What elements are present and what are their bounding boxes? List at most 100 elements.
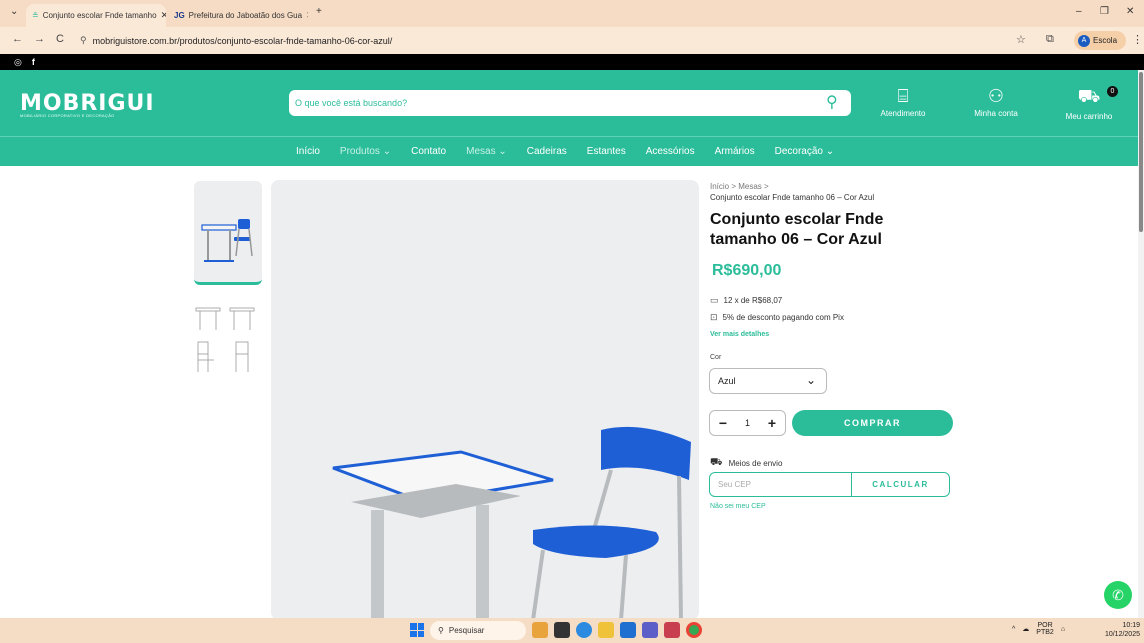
nav-item-estantes[interactable]: Estantes	[587, 146, 626, 157]
chat-icon: ⌸	[897, 86, 909, 106]
nav-item-inicio[interactable]: Início	[296, 146, 320, 157]
installments-line: ▭ 12 x de R$68,07	[710, 295, 782, 306]
buy-button[interactable]: COMPRAR	[792, 410, 953, 436]
account-link[interactable]: ⚇ Minha conta	[961, 86, 1031, 118]
taskbar-clock[interactable]: 10:19 10/12/2025	[1098, 621, 1140, 639]
close-tab-icon[interactable]: ✕	[306, 10, 308, 21]
facebook-icon[interactable]: f	[32, 57, 35, 67]
taskbar-search-label: Pesquisar	[448, 626, 485, 635]
volume-icon[interactable]: ⌂	[1061, 626, 1065, 633]
browser-menu-icon[interactable]: ⋮	[1132, 33, 1143, 46]
quantity-value[interactable]: 1	[745, 418, 750, 428]
profile-button[interactable]: A Escola	[1074, 31, 1126, 50]
edge-icon[interactable]	[576, 622, 592, 638]
new-tab-button[interactable]: +	[316, 6, 322, 17]
product-thumbnail-photo[interactable]	[194, 181, 262, 285]
decrease-qty-button[interactable]: −	[719, 415, 727, 431]
cart-label: Meu carrinho	[1065, 112, 1113, 121]
avatar: A	[1078, 34, 1090, 47]
reload-icon[interactable]: C	[56, 33, 64, 45]
more-details-link[interactable]: Ver mais detalhes	[710, 331, 769, 338]
product-thumbnail-drawing[interactable]	[194, 300, 258, 380]
atendimento-label: Atendimento	[880, 109, 926, 118]
clock-date: 10/12/2025	[1104, 631, 1140, 638]
chrome-icon[interactable]	[686, 622, 702, 638]
nav-item-produtos[interactable]: Produtos ⌄	[340, 146, 391, 157]
tab-favicon-icon: JG	[174, 11, 185, 20]
unknown-cep-link[interactable]: Não sei meu CEP	[710, 503, 766, 510]
shipping-label: ⛟ Meios de envio	[710, 457, 782, 470]
network-icon[interactable]: ☁	[1022, 625, 1029, 633]
cart-count-badge: 0	[1107, 86, 1118, 97]
widgets-icon[interactable]	[532, 622, 548, 638]
windows-taskbar	[0, 618, 1144, 643]
main-nav: Início Produtos ⌄ Contato Mesas ⌄ Cadeir…	[0, 136, 1138, 166]
nav-item-cadeiras[interactable]: Cadeiras	[527, 146, 567, 157]
tab-active[interactable]: ≗ Conjunto escolar Fnde tamanho ✕	[26, 4, 166, 27]
back-icon[interactable]: ←	[12, 33, 23, 45]
extensions-icon[interactable]: ⧉	[1046, 33, 1054, 46]
url-text: mobriguistore.com.br/produtos/conjunto-e…	[92, 35, 393, 46]
account-label: Minha conta	[974, 109, 1018, 118]
scrollbar-thumb[interactable]	[1139, 72, 1143, 232]
taskbar-search[interactable]: ⚲ Pesquisar	[430, 621, 526, 640]
nav-item-contato[interactable]: Contato	[411, 146, 446, 157]
atendimento-link[interactable]: ⌸ Atendimento	[868, 86, 938, 118]
increase-qty-button[interactable]: +	[768, 415, 776, 431]
search-icon[interactable]: ⚲	[826, 92, 838, 112]
profile-label: Escola	[1093, 36, 1118, 45]
search-icon: ⚲	[438, 626, 444, 635]
truck-icon: ⛟	[710, 457, 723, 468]
language-indicator[interactable]: POR PTB2	[1036, 622, 1054, 636]
product-price: R$690,00	[712, 262, 782, 279]
task-view-icon[interactable]	[554, 622, 570, 638]
breadcrumb[interactable]: Início > Mesas >	[710, 182, 769, 191]
close-tab-icon[interactable]: ✕	[161, 10, 166, 21]
close-window-icon[interactable]: ✕	[1126, 6, 1134, 17]
forward-icon[interactable]: →	[34, 33, 45, 45]
clock-time: 10:19	[1122, 622, 1140, 629]
outlook-icon[interactable]	[620, 622, 636, 638]
cep-form: Seu CEP CALCULAR	[709, 472, 950, 497]
social-bar: ◎ f	[0, 54, 1144, 70]
nav-item-mesas[interactable]: Mesas ⌄	[466, 146, 507, 157]
nav-item-decoracao[interactable]: Decoração ⌄	[775, 146, 835, 157]
search-input[interactable]: O que você está buscando?	[289, 90, 851, 116]
cep-input[interactable]: Seu CEP	[710, 473, 852, 496]
pix-line: ⊡ 5% de desconto pagando com Pix	[710, 312, 844, 323]
tab-label: Conjunto escolar Fnde tamanho	[42, 11, 157, 20]
tray-chevron-icon[interactable]: ^	[1012, 626, 1015, 633]
bookmark-star-icon[interactable]: ☆	[1016, 33, 1026, 46]
quantity-stepper: − 1 +	[709, 410, 786, 436]
installments-text: 12 x de R$68,07	[723, 296, 783, 305]
nav-item-armarios[interactable]: Armários	[715, 146, 755, 157]
tab-list-icon[interactable]: ⌄	[10, 6, 18, 17]
maximize-icon[interactable]: ❐	[1100, 6, 1109, 17]
url-field[interactable]: ⚲ mobriguistore.com.br/produtos/conjunto…	[72, 31, 992, 50]
whatsapp-icon[interactable]: ✆	[1104, 581, 1132, 609]
cash-icon: ⊡	[710, 312, 718, 322]
user-icon: ⚇	[987, 86, 1005, 106]
product-main-image[interactable]	[271, 180, 699, 620]
chevron-down-icon: ⌄	[806, 373, 817, 387]
instagram-icon[interactable]: ◎	[14, 57, 22, 68]
calculate-button[interactable]: CALCULAR	[852, 473, 949, 496]
minimize-icon[interactable]: –	[1076, 6, 1082, 17]
tab-inactive[interactable]: JG Prefeitura do Jaboatão dos Gua ✕	[168, 4, 308, 27]
teams-icon[interactable]	[642, 622, 658, 638]
tab-favicon-icon: ≗	[32, 11, 39, 20]
file-explorer-icon[interactable]	[598, 622, 614, 638]
app-icon[interactable]	[664, 622, 680, 638]
color-label: Cor	[710, 354, 722, 361]
site-info-icon[interactable]: ⚲	[80, 35, 87, 46]
nav-item-acessorios[interactable]: Acessórios	[646, 146, 695, 157]
lang-layout: PTB2	[1036, 629, 1054, 636]
pix-text: 5% de desconto pagando com Pix	[722, 313, 844, 322]
breadcrumb-current: Conjunto escolar Fnde tamanho 06 – Cor A…	[710, 193, 875, 202]
tab-label: Prefeitura do Jaboatão dos Gua	[188, 11, 303, 20]
lang-code: POR	[1037, 622, 1053, 629]
product-title: Conjunto escolar Fnde tamanho 06 – Cor A…	[710, 211, 884, 248]
system-tray: ^ ☁ POR PTB2 ⌂	[1012, 622, 1065, 636]
windows-start-icon[interactable]	[410, 623, 424, 637]
shipping-text: Meios de envio	[728, 459, 783, 468]
